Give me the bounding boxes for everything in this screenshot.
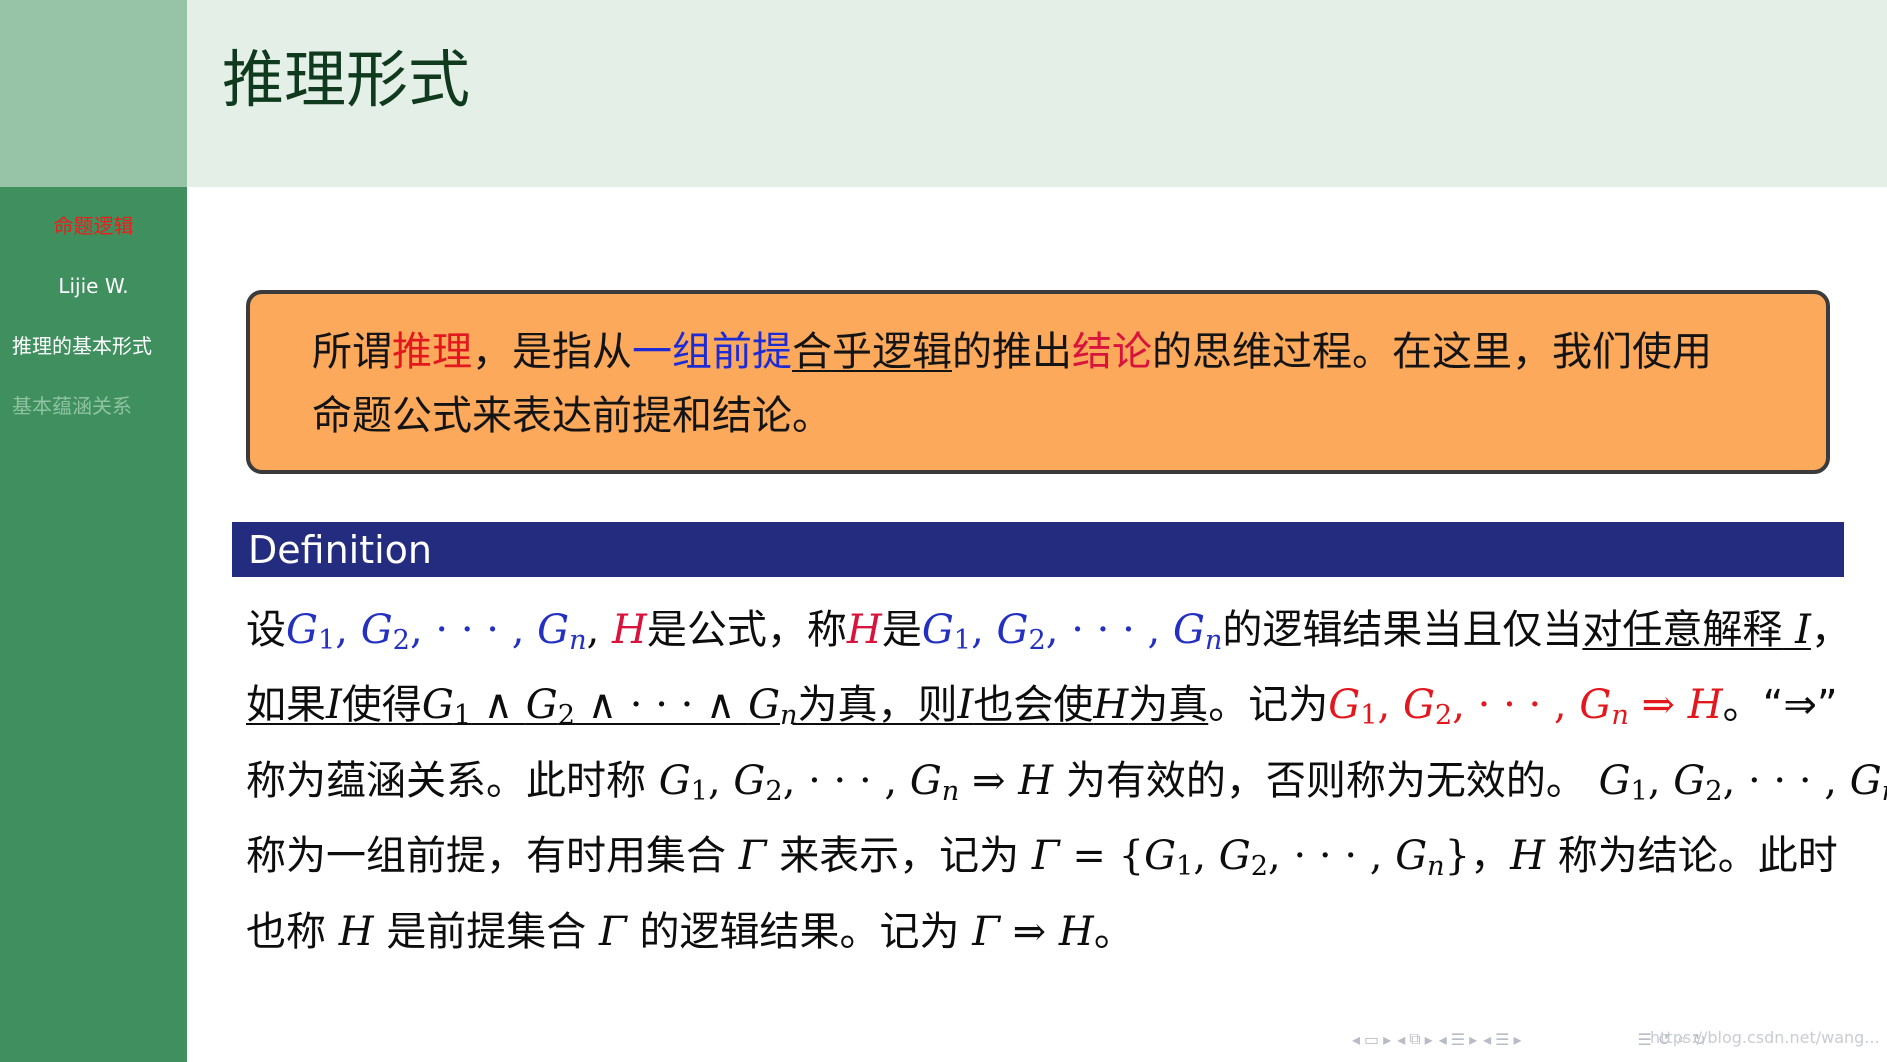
note-text-part: 所谓 bbox=[312, 329, 392, 375]
definition-line-3: 称为蕴涵关系。此时称 G1, G2, · · · , Gn ⇒ H 为有效的，否… bbox=[246, 757, 1887, 807]
subsection-icon[interactable]: ⧉ bbox=[1409, 1029, 1420, 1049]
definition-header: Definition bbox=[232, 522, 1844, 577]
arrow-left-icon[interactable]: ◂ bbox=[1439, 1030, 1447, 1049]
arrow-left-icon[interactable]: ◂ bbox=[1352, 1030, 1360, 1049]
keyword-hehu-luoji: 合乎逻辑 bbox=[792, 329, 952, 375]
def-text: ， bbox=[1470, 833, 1511, 880]
def-text: 是 bbox=[881, 607, 922, 653]
def-underline-interp: 对任意解释 I bbox=[1582, 607, 1811, 653]
definition-line-4: 称为一组前提，有时用集合 Γ 来表示，记为 Γ = {G1, G2, · · ·… bbox=[246, 833, 1838, 883]
nav-frame-group: ◂ ▭ ▸ bbox=[1352, 1030, 1391, 1049]
watermark-text: https://blog.csdn.net/wang... bbox=[1650, 1028, 1880, 1047]
definition-line-2: 如果I使得G1 ∧ G2 ∧ · · · ∧ Gn为真，则I也会使H为真。记为G… bbox=[246, 682, 1838, 732]
definition-body: 设G1, G2, · · · , Gn, H是公式，称H是G1, G2, · ·… bbox=[246, 598, 1887, 964]
section-icon[interactable]: ☰ bbox=[1451, 1030, 1465, 1049]
note-text-part: 的思维过程。在这里，我们使用 bbox=[1152, 329, 1712, 375]
sidebar-logo-area bbox=[0, 0, 187, 187]
def-text: 为真 bbox=[1128, 682, 1209, 729]
sidebar: 命题逻辑 Lijie W. 推理的基本形式 基本蕴涵关系 bbox=[0, 0, 187, 1062]
arrow-right-icon[interactable]: ▸ bbox=[1383, 1030, 1391, 1049]
keyword-yizu-qianti: 一组前提 bbox=[632, 329, 792, 375]
note-text: 所谓推理，是指从一组前提合乎逻辑的推出结论的思维过程。在这里，我们使用命题公式来… bbox=[312, 320, 1792, 448]
arrow-right-icon[interactable]: ▸ bbox=[1469, 1030, 1477, 1049]
nav-toc-group: ◂ ☰ ▸ bbox=[1483, 1030, 1521, 1049]
arrow-left-icon[interactable]: ◂ bbox=[1397, 1030, 1405, 1049]
definition-line-5: 也称 H 是前提集合 Γ 的逻辑结果。记为 Γ ⇒ H。 bbox=[246, 908, 1134, 955]
def-text: 的逻辑结果。记为 bbox=[639, 908, 960, 955]
def-text: 使得 bbox=[341, 682, 422, 729]
def-text: 称为一组前提，有时用集合 bbox=[246, 833, 726, 880]
frame-header: 推理形式 bbox=[187, 0, 1887, 187]
sidebar-nav: 命题逻辑 Lijie W. 推理的基本形式 基本蕴涵关系 bbox=[0, 212, 187, 418]
frame-title: 推理形式 bbox=[222, 43, 471, 116]
arrow-left-icon[interactable]: ◂ bbox=[1483, 1030, 1491, 1049]
def-text: 的逻辑结果当且仅当 bbox=[1222, 607, 1583, 653]
def-text: 是公式，称 bbox=[646, 607, 847, 653]
definition-title: Definition bbox=[248, 528, 433, 572]
def-text: 也会使 bbox=[973, 682, 1094, 729]
keyword-tuili: 推理 bbox=[392, 329, 472, 375]
def-text: 设 bbox=[246, 607, 286, 653]
def-text: 来表示，记为 bbox=[779, 833, 1020, 880]
sidebar-item-other-section[interactable]: 基本蕴涵关系 bbox=[0, 394, 187, 418]
arrow-right-icon[interactable]: ▸ bbox=[1513, 1030, 1521, 1049]
arrow-right-icon[interactable]: ▸ bbox=[1425, 1030, 1433, 1049]
slide: 命题逻辑 Lijie W. 推理的基本形式 基本蕴涵关系 推理形式 所谓推理，是… bbox=[0, 0, 1887, 1062]
definition-line-1: 设G1, G2, · · · , Gn, H是公式，称H是G1, G2, · ·… bbox=[246, 607, 1851, 656]
def-text: 。 bbox=[1093, 908, 1134, 955]
sidebar-item-current-section[interactable]: 推理的基本形式 bbox=[0, 334, 187, 358]
def-text: 。“⇒” bbox=[1722, 682, 1838, 729]
sidebar-title-link[interactable]: 命题逻辑 bbox=[0, 214, 187, 238]
keyword-jielun: 结论 bbox=[1072, 329, 1152, 375]
def-text: 对任意解释 bbox=[1582, 607, 1783, 653]
frame-icon[interactable]: ▭ bbox=[1364, 1030, 1379, 1049]
note-text-part: ，是指从 bbox=[472, 329, 632, 375]
note-box: 所谓推理，是指从一组前提合乎逻辑的推出结论的思维过程。在这里，我们使用命题公式来… bbox=[246, 290, 1830, 474]
def-text: ， bbox=[1810, 607, 1851, 653]
def-text: 也称 bbox=[246, 908, 326, 955]
def-text: 为有效的，否则称为无效的。 bbox=[1065, 757, 1586, 804]
nav-subsection-group: ◂ ⧉ ▸ bbox=[1397, 1029, 1433, 1049]
def-text: 是前提集合 bbox=[386, 908, 587, 955]
note-text-line2: 命题公式来表达前提和结论。 bbox=[312, 393, 832, 439]
nav-section-group: ◂ ☰ ▸ bbox=[1439, 1030, 1477, 1049]
def-text: 如果 bbox=[246, 682, 326, 729]
def-text: 称为结论。此时 bbox=[1557, 833, 1838, 880]
note-text-part: 的推出 bbox=[952, 329, 1072, 375]
def-underline-condition: 如果I使得G1 ∧ G2 ∧ · · · ∧ Gn为真，则I也会使H为真 bbox=[246, 682, 1209, 732]
sidebar-author-link[interactable]: Lijie W. bbox=[0, 274, 187, 298]
toc-icon[interactable]: ☰ bbox=[1495, 1030, 1509, 1049]
def-text: 为真，则 bbox=[797, 682, 958, 729]
def-text: 称为蕴涵关系。此时称 bbox=[246, 757, 646, 804]
def-text: 。记为 bbox=[1208, 682, 1329, 729]
